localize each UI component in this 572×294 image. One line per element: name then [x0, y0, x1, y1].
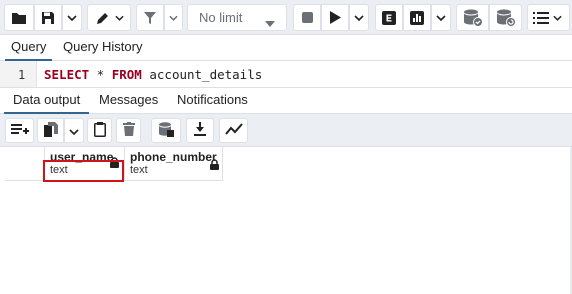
tab-notifications[interactable]: Notifications	[177, 88, 248, 114]
save-file-button[interactable]	[34, 4, 62, 31]
download-icon	[194, 122, 206, 139]
sql-code-line[interactable]: SELECT * FROM account_details	[44, 67, 262, 82]
execute-options-dropdown[interactable]	[349, 4, 369, 31]
chevron-down-icon	[169, 15, 178, 21]
caret-down-icon	[265, 15, 275, 30]
execute-button[interactable]	[321, 4, 349, 31]
tab-data-output[interactable]: Data output	[4, 88, 90, 114]
column-name: phone_number	[130, 150, 217, 164]
tab-query-history[interactable]: Query History	[63, 35, 142, 61]
explain-analyze-icon	[410, 10, 424, 25]
line-number: 1	[18, 68, 26, 82]
explain-analyze-button[interactable]	[403, 4, 431, 31]
explain-options-dropdown[interactable]	[431, 4, 451, 31]
grid-corner-cell[interactable]	[5, 147, 45, 181]
row-limit-value: No limit	[199, 10, 243, 25]
sql-keyword-select: SELECT	[44, 67, 90, 82]
stop-icon	[301, 12, 313, 23]
lock-icon	[210, 158, 219, 173]
folder-icon	[11, 11, 27, 25]
sql-star: *	[89, 67, 112, 82]
add-row-button[interactable]	[5, 118, 34, 143]
commit-button[interactable]	[456, 4, 489, 31]
stop-button[interactable]	[293, 4, 321, 31]
download-button[interactable]	[186, 118, 214, 143]
graph-visualiser-button[interactable]	[219, 118, 248, 143]
play-icon	[329, 11, 341, 24]
filter-dropdown[interactable]	[164, 4, 183, 31]
editor-gutter: 1	[0, 61, 37, 87]
rollback-button[interactable]	[489, 4, 522, 31]
save-options-dropdown[interactable]	[62, 4, 82, 31]
copy-icon	[43, 121, 58, 140]
highlight-box	[43, 160, 124, 182]
chevron-down-icon	[69, 123, 79, 138]
delete-icon	[122, 122, 135, 139]
add-row-icon	[10, 123, 29, 138]
save-icon	[41, 11, 55, 25]
pen-icon	[95, 11, 111, 25]
query-tabs: Query Query History	[0, 35, 572, 61]
column-type: text	[130, 164, 148, 176]
chevron-down-icon	[114, 15, 124, 21]
paste-icon	[93, 121, 106, 140]
commit-icon	[463, 9, 483, 27]
sql-keyword-from: FROM	[111, 67, 142, 82]
chevron-down-icon	[553, 15, 562, 21]
copy-options-dropdown[interactable]	[64, 118, 84, 143]
delete-button[interactable]	[116, 118, 141, 143]
filter-button[interactable]	[136, 4, 164, 31]
explain-icon	[382, 10, 396, 25]
save-data-icon	[158, 121, 174, 140]
explain-button[interactable]	[375, 4, 403, 31]
sql-editor[interactable]: 1 SELECT * FROM account_details	[0, 61, 572, 87]
rollback-icon	[496, 9, 516, 27]
tab-query[interactable]: Query	[5, 35, 53, 61]
column-header-phone-number[interactable]: phone_number text	[125, 147, 223, 181]
sql-table-name: account_details	[141, 67, 263, 82]
paste-button[interactable]	[87, 118, 112, 143]
data-output-toolbar	[0, 114, 572, 147]
output-tabs: Data output Messages Notifications	[0, 87, 572, 114]
open-file-button[interactable]	[4, 4, 34, 31]
chevron-down-icon	[436, 14, 446, 21]
edit-button[interactable]	[87, 4, 131, 31]
macros-icon	[533, 11, 549, 24]
row-limit-select[interactable]: No limit	[187, 4, 287, 31]
filter-icon	[143, 11, 157, 25]
query-toolbar: No limit	[0, 0, 572, 35]
graph-icon	[224, 123, 243, 138]
chevron-down-icon	[354, 14, 364, 21]
tab-messages[interactable]: Messages	[99, 88, 158, 114]
macros-button[interactable]	[527, 4, 570, 31]
chevron-down-icon	[67, 14, 77, 21]
copy-button[interactable]	[37, 118, 64, 143]
save-data-button[interactable]	[151, 118, 181, 143]
